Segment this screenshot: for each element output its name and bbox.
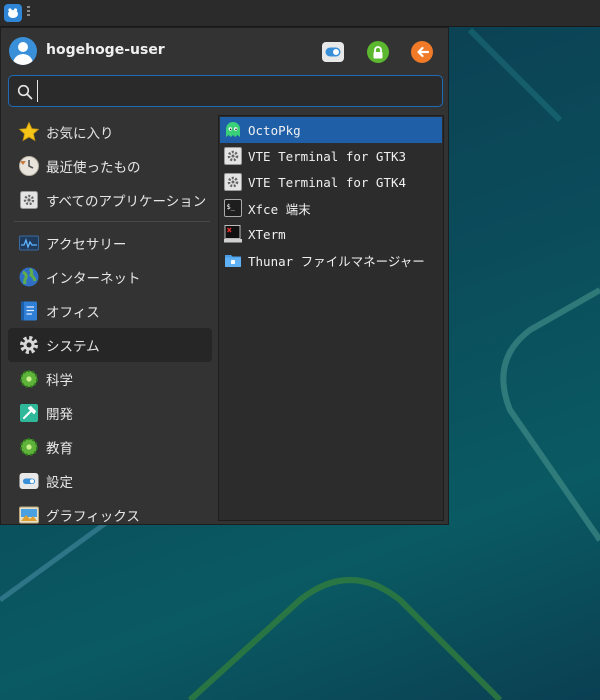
category-internet[interactable]: インターネット [8,260,212,294]
category-all-applications[interactable]: すべてのアプリケーション [8,183,212,217]
app-xfce-terminal[interactable]: $_ Xfce 端末 [220,195,442,221]
xterm-icon [224,225,242,243]
category-development[interactable]: 開発 [8,396,212,430]
xfce-mouse-icon [8,8,18,18]
category-settings[interactable]: 設定 [8,464,212,498]
top-panel [0,0,600,27]
category-favorites[interactable]: お気に入り [8,115,212,149]
category-recent[interactable]: 最近使ったもの [8,149,212,183]
category-label: システム [46,339,100,355]
category-label: 科学 [46,373,73,389]
vte-gear-icon [224,147,242,165]
app-octopkg[interactable]: OctoPkg [220,117,442,143]
logout-button[interactable] [411,41,433,63]
application-list: OctoPkg VTE Terminal for GTK3 VTE Termin… [218,115,444,521]
lock-screen-button[interactable] [367,41,389,63]
avatar[interactable] [9,37,37,65]
app-label: Xfce 端末 [248,201,311,217]
whisker-menu-button[interactable] [4,4,22,22]
category-label: 開発 [46,407,73,423]
terminal-icon: $_ [224,199,242,217]
category-label: アクセサリー [46,237,127,253]
category-label: お気に入り [46,126,114,142]
search-input[interactable] [37,80,435,102]
arrow-left-icon [416,46,429,58]
settings-icon [18,470,40,492]
category-office[interactable]: オフィス [8,294,212,328]
vte-gear-icon [224,173,242,191]
lock-icon [373,45,383,58]
application-menu: hogehoge-user お気に入り 最近使ったもの すべてのアプリケーション… [0,27,449,525]
panel-handle[interactable] [27,6,31,20]
development-icon [18,402,40,424]
science-icon [18,368,40,390]
graphics-icon [18,504,40,525]
category-label: グラフィックス [46,509,140,525]
category-label: 最近使ったもの [46,160,141,176]
svg-text:$_: $_ [227,203,236,211]
category-label: オフィス [46,305,100,321]
thunar-icon [224,251,242,269]
gear-icon [18,334,40,356]
all-apps-icon [18,189,40,211]
category-science[interactable]: 科学 [8,362,212,396]
app-label: VTE Terminal for GTK3 [248,148,407,164]
settings-manager-button[interactable] [322,42,344,62]
recent-icon [18,155,40,177]
education-icon [18,436,40,458]
category-graphics[interactable]: グラフィックス [8,498,212,525]
category-label: 設定 [46,475,73,491]
category-accessories[interactable]: アクセサリー [8,226,212,260]
category-list: お気に入り 最近使ったもの すべてのアプリケーション アクセサリー インターネッ… [8,115,212,525]
category-label: すべてのアプリケーション [46,194,207,210]
toggle-icon [325,47,341,57]
globe-icon [18,266,40,288]
menu-header: hogehoge-user [1,28,450,74]
office-icon [18,300,40,322]
category-label: インターネット [46,271,141,287]
accessories-icon [18,232,40,254]
app-thunar[interactable]: Thunar ファイルマネージャー [220,247,442,273]
category-education[interactable]: 教育 [8,430,212,464]
app-vte-terminal-gtk4[interactable]: VTE Terminal for GTK4 [220,169,442,195]
category-separator [14,221,210,222]
app-label: OctoPkg [248,122,301,138]
category-system[interactable]: システム [8,328,212,362]
octopkg-icon [224,121,242,139]
app-label: XTerm [248,226,286,242]
app-vte-terminal-gtk3[interactable]: VTE Terminal for GTK3 [220,143,442,169]
app-label: Thunar ファイルマネージャー [248,253,425,269]
search-box[interactable] [8,75,443,107]
search-icon [17,84,33,100]
app-xterm[interactable]: XTerm [220,221,442,247]
star-icon [18,121,40,143]
category-label: 教育 [46,441,73,457]
username: hogehoge-user [46,42,165,58]
app-label: VTE Terminal for GTK4 [248,174,407,190]
